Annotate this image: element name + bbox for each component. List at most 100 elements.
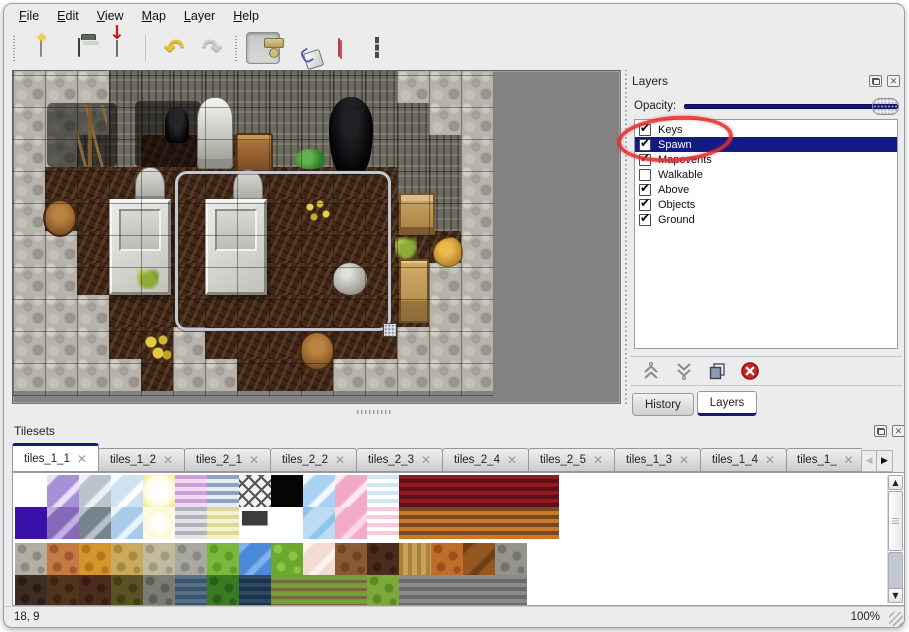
tileset-tile[interactable] [463, 543, 495, 575]
tileset-tile[interactable] [271, 575, 303, 606]
tileset-tile[interactable] [463, 475, 495, 507]
tileset-tile[interactable] [239, 475, 271, 507]
fill-tool-button[interactable] [284, 32, 318, 64]
tileset-tile[interactable] [15, 575, 47, 606]
tab-close-icon[interactable]: ✕ [421, 454, 431, 466]
stamp-tool-button[interactable] [246, 32, 280, 64]
tileset-tile[interactable] [143, 543, 175, 575]
tileset-tab-tiles_2_5[interactable]: tiles_2_5✕ [528, 448, 615, 472]
tileset-tab-tiles_1_3[interactable]: tiles_1_3✕ [614, 448, 701, 472]
vertical-splitter[interactable] [622, 70, 629, 404]
redo-button[interactable]: ↷ [195, 32, 229, 64]
tab-close-icon[interactable]: ✕ [593, 454, 603, 466]
tab-close-icon[interactable]: ✕ [507, 454, 517, 466]
tab-close-icon[interactable]: ✕ [163, 454, 173, 466]
tileset-tile[interactable] [367, 475, 399, 507]
tab-scroll-right-icon[interactable]: ▶ [876, 450, 893, 472]
tileset-tab-tiles_2_4[interactable]: tiles_2_4✕ [442, 448, 529, 472]
tileset-tab-tiles_2_1[interactable]: tiles_2_1✕ [184, 448, 271, 472]
tileset-tile[interactable] [303, 507, 335, 539]
eraser-tool-button[interactable] [322, 32, 356, 64]
tileset-tile[interactable] [111, 543, 143, 575]
tileset-tile[interactable] [111, 475, 143, 507]
tileset-tile[interactable] [143, 575, 175, 606]
tab-close-icon[interactable]: ✕ [679, 454, 689, 466]
tileset-tile[interactable] [143, 475, 175, 507]
resize-grip[interactable] [889, 612, 903, 626]
tileset-tile[interactable] [431, 507, 463, 539]
tileset-tile[interactable] [335, 543, 367, 575]
layer-row-spawn[interactable]: ✔Spawn [635, 137, 897, 152]
tileset-tile[interactable] [175, 543, 207, 575]
tab-close-icon[interactable]: ✕ [335, 454, 345, 466]
tileset-tile[interactable] [15, 507, 47, 539]
tileset-tile[interactable] [527, 575, 559, 606]
tileset-tile[interactable] [527, 543, 559, 575]
layer-row-objects[interactable]: ✔Objects [635, 197, 897, 212]
tileset-tile[interactable] [79, 575, 111, 606]
layer-row-walkable[interactable]: Walkable [635, 167, 897, 182]
scrollbar-up-icon[interactable]: ▲ [888, 475, 903, 490]
tileset-tile[interactable] [79, 507, 111, 539]
layer-visibility-checkbox[interactable] [639, 169, 651, 181]
tileset-tile[interactable] [111, 575, 143, 606]
close-panel-icon[interactable]: ✕ [887, 75, 900, 87]
tileset-tile[interactable] [239, 543, 271, 575]
layer-row-keys[interactable]: ✔Keys [635, 122, 897, 137]
menu-edit[interactable]: Edit [48, 6, 88, 26]
opacity-slider[interactable] [684, 104, 898, 109]
tab-scroll-left-icon[interactable]: ◀ [861, 450, 876, 472]
new-map-button[interactable]: ✦ [24, 32, 58, 64]
menu-file[interactable]: File [10, 6, 48, 26]
tileset-tile[interactable] [463, 575, 495, 606]
tileset-tab-tiles_1[interactable]: tiles_1_✕ [786, 448, 862, 472]
tileset-tile[interactable] [335, 475, 367, 507]
float-panel-icon[interactable] [869, 75, 882, 87]
dock-tab-history[interactable]: History [632, 393, 694, 416]
save-map-button[interactable]: ↓ [100, 32, 134, 64]
layer-visibility-checkbox[interactable]: ✔ [639, 214, 651, 226]
horizontal-splitter-grip[interactable] [357, 408, 391, 416]
menu-layer[interactable]: Layer [175, 6, 224, 26]
tileset-tile[interactable] [527, 507, 559, 539]
tileset-tile[interactable] [367, 543, 399, 575]
tileset-tile[interactable] [207, 543, 239, 575]
duplicate-layer-button[interactable] [706, 360, 728, 382]
tab-close-icon[interactable]: ✕ [765, 454, 775, 466]
tileset-tile[interactable] [175, 575, 207, 606]
toolbar-grip[interactable] [11, 35, 16, 61]
tileset-tile[interactable] [271, 507, 303, 539]
tileset-tile[interactable] [367, 507, 399, 539]
tileset-tile[interactable] [15, 543, 47, 575]
tileset-tile[interactable] [399, 575, 431, 606]
tileset-tile[interactable] [495, 575, 527, 606]
tileset-tile[interactable] [335, 575, 367, 606]
menu-help[interactable]: Help [224, 6, 268, 26]
tileset-tile[interactable] [399, 507, 431, 539]
layer-visibility-checkbox[interactable]: ✔ [639, 184, 651, 196]
tileset-tile[interactable] [239, 575, 271, 606]
tab-close-icon[interactable]: ✕ [77, 453, 87, 465]
selection-resize-handle[interactable] [383, 323, 397, 337]
tileset-tile[interactable] [431, 575, 463, 606]
open-map-button[interactable] [62, 32, 96, 64]
toolbar-grip[interactable] [233, 35, 238, 61]
layer-row-ground[interactable]: ✔Ground [635, 212, 897, 227]
float-tilesets-icon[interactable] [874, 425, 887, 437]
tileset-tile[interactable] [47, 475, 79, 507]
tileset-scrollbar[interactable]: ▲ ▼ [887, 475, 902, 603]
layer-row-mapevents[interactable]: ✔Mapevents [635, 152, 897, 167]
tab-close-icon[interactable]: ✕ [844, 454, 854, 466]
tileset-tile[interactable] [303, 543, 335, 575]
tileset-tile[interactable] [495, 475, 527, 507]
layer-visibility-checkbox[interactable]: ✔ [639, 124, 651, 136]
tileset-tile[interactable] [207, 575, 239, 606]
tileset-tab-tiles_2_3[interactable]: tiles_2_3✕ [356, 448, 443, 472]
delete-layer-button[interactable] [739, 360, 761, 382]
tileset-tile[interactable] [431, 475, 463, 507]
undo-button[interactable]: ↶ [157, 32, 191, 64]
tileset-tile[interactable] [79, 543, 111, 575]
tileset-tile[interactable] [495, 543, 527, 575]
tileset-tile[interactable] [143, 507, 175, 539]
tileset-tile[interactable] [399, 543, 431, 575]
